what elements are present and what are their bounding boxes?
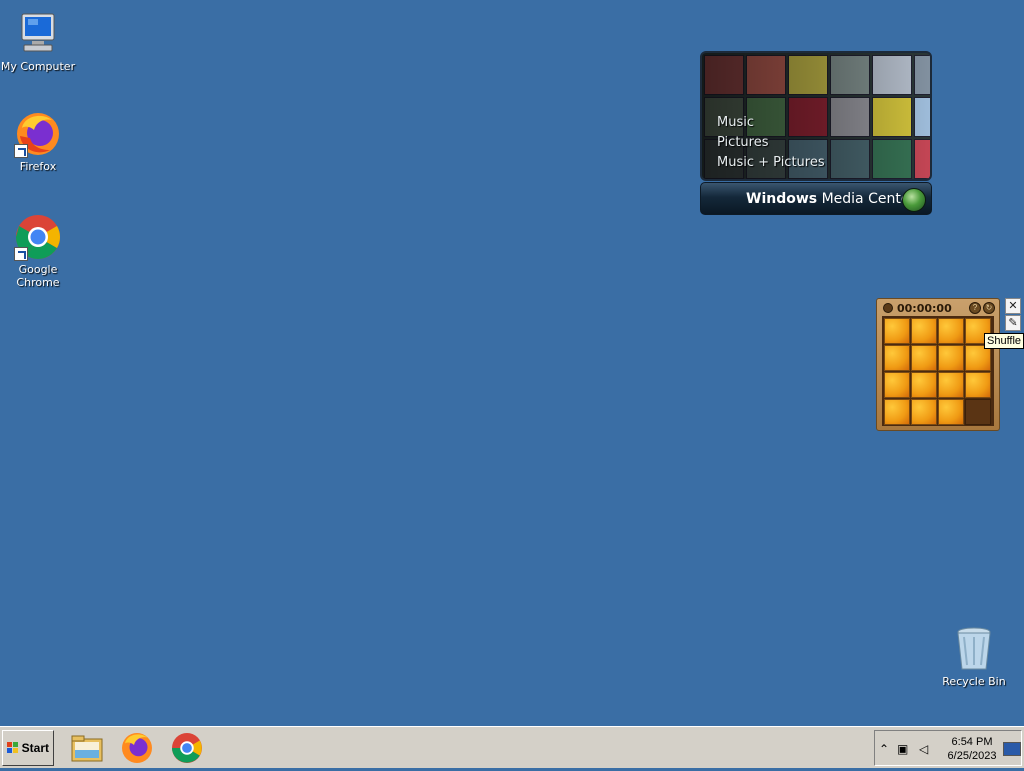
media-center-launch-bar[interactable]: Windows Media Center	[700, 182, 932, 215]
puzzle-tile[interactable]	[938, 345, 964, 371]
shortcut-arrow-icon	[14, 144, 28, 158]
clock-date: 6/25/2023	[947, 750, 997, 762]
volume-muted-icon[interactable]: ◁	[919, 742, 928, 756]
taskbar-chrome[interactable]	[169, 730, 205, 766]
firefox-icon	[14, 110, 62, 158]
show-hidden-icon[interactable]: ⌃	[879, 742, 889, 756]
puzzle-tile[interactable]	[884, 345, 910, 371]
shuffle-tooltip: Shuffle	[984, 333, 1024, 349]
puzzle-tile[interactable]	[938, 372, 964, 398]
puzzle-header: 00:00:00 ? ↻	[881, 302, 995, 315]
recycle-bin-icon	[950, 625, 998, 673]
media-center-menu: Music Pictures Music + Pictures	[717, 113, 825, 173]
brand-rest: Media Center	[817, 191, 916, 207]
puzzle-tile[interactable]	[911, 372, 937, 398]
picture-puzzle-gadget[interactable]: 00:00:00 ? ↻	[876, 298, 1000, 431]
shuffle-icon[interactable]: ↻	[983, 302, 995, 314]
desktop-icon-my-computer[interactable]: My Computer	[0, 10, 78, 73]
menu-item-pictures[interactable]: Pictures	[717, 133, 825, 153]
windows-logo-icon	[7, 742, 18, 753]
firefox-icon	[122, 733, 152, 763]
puzzle-tile[interactable]	[884, 372, 910, 398]
taskbar: Start ⌃ ▣ ◁ 6:54 PM 6/25/2023	[0, 726, 1024, 768]
windows-orb-icon	[902, 188, 926, 212]
media-center-tiles-panel[interactable]: Music Pictures Music + Pictures	[700, 51, 932, 181]
puzzle-tile[interactable]	[938, 399, 964, 425]
chrome-icon	[172, 733, 202, 763]
menu-item-music[interactable]: Music	[717, 113, 825, 133]
desktop-icon-recycle-bin[interactable]: Recycle Bin	[934, 625, 1014, 688]
taskbar-firefox[interactable]	[119, 730, 155, 766]
shortcut-arrow-icon	[14, 247, 28, 261]
desktop-icon-label: Google Chrome	[16, 263, 60, 289]
media-center-gadget[interactable]: Music Pictures Music + Pictures Windows …	[700, 51, 932, 215]
clock-icon[interactable]	[883, 303, 893, 313]
file-explorer-icon	[71, 735, 103, 762]
puzzle-grid[interactable]	[882, 316, 994, 426]
puzzle-tile[interactable]	[911, 345, 937, 371]
gadget-settings-icon[interactable]: ✎	[1005, 315, 1021, 331]
start-button[interactable]: Start	[2, 730, 54, 766]
puzzle-timer: 00:00:00	[897, 302, 952, 315]
clock-time: 6:54 PM	[951, 736, 993, 748]
puzzle-tile[interactable]	[965, 372, 991, 398]
media-center-title: Windows Media Center	[746, 191, 915, 207]
puzzle-tile[interactable]	[938, 318, 964, 344]
desktop-icon-firefox[interactable]: Firefox	[0, 110, 78, 173]
puzzle-tile[interactable]	[884, 399, 910, 425]
desktop-icon-chrome[interactable]: Google Chrome	[0, 213, 78, 289]
help-icon[interactable]: ?	[969, 302, 981, 314]
desktop-icon-label: Firefox	[19, 160, 57, 173]
taskbar-file-explorer[interactable]	[69, 730, 105, 766]
desktop-icon-label: Recycle Bin	[942, 675, 1006, 688]
chrome-icon	[14, 213, 62, 261]
puzzle-tile[interactable]	[884, 318, 910, 344]
computer-icon	[14, 10, 62, 58]
start-label: Start	[21, 741, 49, 755]
gadget-close-icon[interactable]: ✕	[1005, 298, 1021, 314]
clock[interactable]: 6:54 PM 6/25/2023	[937, 735, 1007, 763]
network-icon[interactable]: ▣	[897, 742, 908, 756]
menu-item-music-pictures[interactable]: Music + Pictures	[717, 153, 825, 173]
puzzle-tile[interactable]	[911, 399, 937, 425]
system-tray: ⌃ ▣ ◁ 6:54 PM 6/25/2023	[874, 730, 1022, 766]
puzzle-empty-slot	[965, 399, 991, 425]
desktop-icon-label: My Computer	[0, 60, 76, 73]
puzzle-tile[interactable]	[911, 318, 937, 344]
show-desktop-icon[interactable]	[1003, 742, 1021, 756]
brand-bold: Windows	[746, 191, 818, 207]
